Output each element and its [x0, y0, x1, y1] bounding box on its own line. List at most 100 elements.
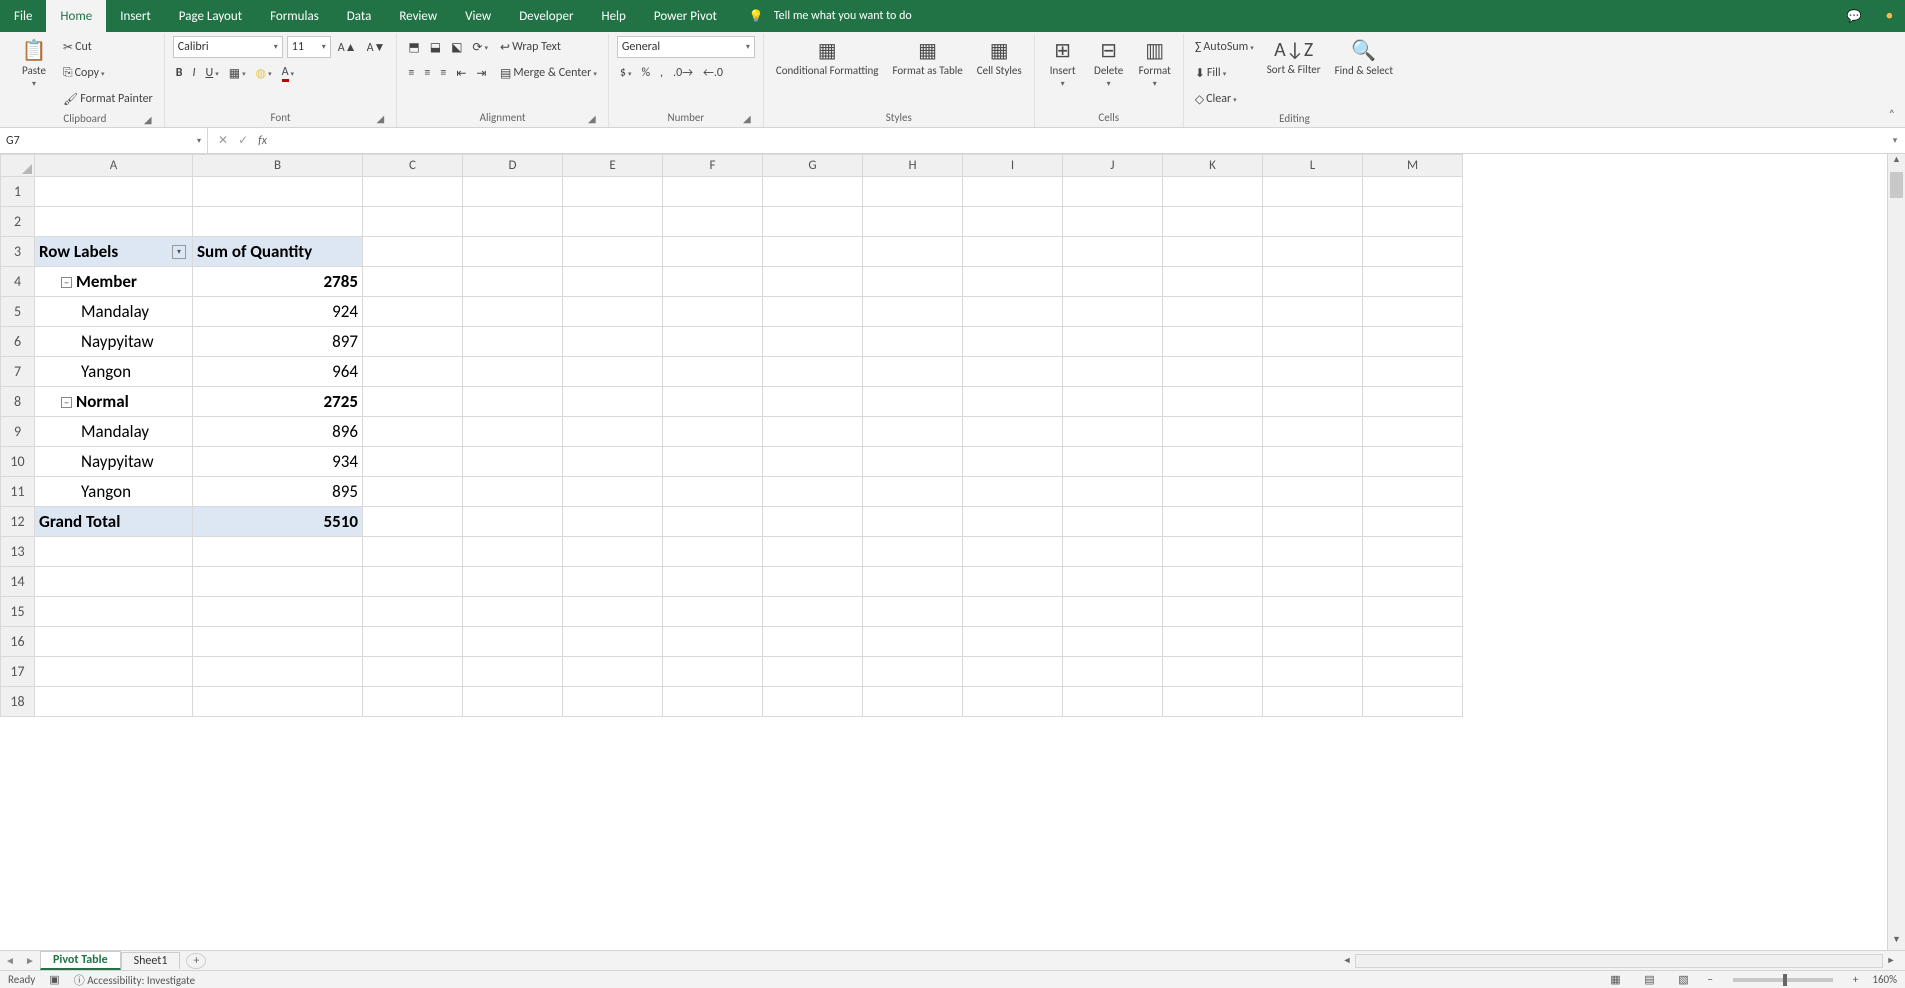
- sheet-tab-pivot[interactable]: Pivot Table: [40, 951, 121, 970]
- row-header[interactable]: 3: [1, 237, 35, 267]
- cell[interactable]: [1263, 507, 1363, 537]
- cell[interactable]: [663, 267, 763, 297]
- row-header[interactable]: 14: [1, 567, 35, 597]
- cell[interactable]: [1063, 657, 1163, 687]
- cell[interactable]: [463, 477, 563, 507]
- cell[interactable]: [563, 267, 663, 297]
- cell[interactable]: [563, 657, 663, 687]
- cell[interactable]: [463, 177, 563, 207]
- formula-input[interactable]: [277, 128, 1885, 153]
- row-header[interactable]: 17: [1, 657, 35, 687]
- cell[interactable]: [563, 327, 663, 357]
- cell[interactable]: [463, 567, 563, 597]
- cell[interactable]: [35, 537, 193, 567]
- cell[interactable]: 924: [193, 297, 363, 327]
- cell[interactable]: [1263, 387, 1363, 417]
- cell[interactable]: [563, 687, 663, 717]
- cell[interactable]: [963, 477, 1063, 507]
- cell[interactable]: [1363, 207, 1463, 237]
- cell[interactable]: 896: [193, 417, 363, 447]
- cell[interactable]: [463, 627, 563, 657]
- sheet-nav-next-icon[interactable]: ►: [20, 954, 40, 967]
- cell[interactable]: [1063, 417, 1163, 447]
- row-header[interactable]: 9: [1, 417, 35, 447]
- cell[interactable]: [663, 417, 763, 447]
- cell[interactable]: [563, 477, 663, 507]
- cell[interactable]: [1163, 687, 1263, 717]
- row-header[interactable]: 8: [1, 387, 35, 417]
- cell[interactable]: [1363, 627, 1463, 657]
- cell[interactable]: [663, 627, 763, 657]
- horizontal-scrollbar[interactable]: [1355, 954, 1883, 968]
- cell[interactable]: [563, 237, 663, 267]
- cell[interactable]: [363, 297, 463, 327]
- cell[interactable]: [363, 417, 463, 447]
- cell[interactable]: [1163, 627, 1263, 657]
- scroll-up-icon[interactable]: ▲: [1888, 154, 1905, 172]
- cell[interactable]: −Member: [35, 267, 193, 297]
- cell[interactable]: [763, 207, 863, 237]
- tab-review[interactable]: Review: [385, 0, 451, 32]
- cell[interactable]: [463, 507, 563, 537]
- cell[interactable]: [1163, 417, 1263, 447]
- cell[interactable]: [1163, 657, 1263, 687]
- fill-button[interactable]: ⬇Fill▾: [1192, 62, 1257, 84]
- cell[interactable]: [863, 507, 963, 537]
- collapse-icon[interactable]: −: [61, 277, 72, 288]
- cell[interactable]: [1263, 687, 1363, 717]
- col-header[interactable]: D: [463, 155, 563, 177]
- cell[interactable]: [863, 387, 963, 417]
- copy-button[interactable]: ⎘Copy▾: [60, 62, 156, 84]
- align-middle-icon[interactable]: ⬓: [427, 39, 444, 56]
- cell[interactable]: [1163, 477, 1263, 507]
- cell[interactable]: 895: [193, 477, 363, 507]
- tab-page-layout[interactable]: Page Layout: [165, 0, 256, 32]
- cell[interactable]: [963, 657, 1063, 687]
- select-all-corner[interactable]: [1, 155, 35, 177]
- scroll-right-icon[interactable]: ►: [1883, 955, 1899, 966]
- cell[interactable]: [963, 267, 1063, 297]
- row-header[interactable]: 13: [1, 537, 35, 567]
- spreadsheet-grid[interactable]: A B C D E F G H I J K L M 1 2: [0, 154, 1463, 717]
- cell[interactable]: [1063, 357, 1163, 387]
- cell[interactable]: [763, 267, 863, 297]
- col-header[interactable]: G: [763, 155, 863, 177]
- cell[interactable]: [193, 177, 363, 207]
- cell[interactable]: [363, 567, 463, 597]
- cell[interactable]: [863, 537, 963, 567]
- row-header[interactable]: 6: [1, 327, 35, 357]
- cell[interactable]: [1263, 537, 1363, 567]
- cell[interactable]: [463, 417, 563, 447]
- col-header[interactable]: J: [1063, 155, 1163, 177]
- align-right-icon[interactable]: ≡: [437, 65, 449, 81]
- cell[interactable]: [363, 177, 463, 207]
- cell[interactable]: [763, 657, 863, 687]
- dialog-launcher-icon[interactable]: ◢: [142, 113, 154, 125]
- paste-button[interactable]: 📋 Paste ▾: [14, 36, 54, 91]
- cell[interactable]: [1163, 537, 1263, 567]
- col-header[interactable]: F: [663, 155, 763, 177]
- cell[interactable]: [863, 417, 963, 447]
- cell[interactable]: 2785: [193, 267, 363, 297]
- find-select-button[interactable]: 🔍Find & Select: [1331, 36, 1397, 79]
- cell[interactable]: [763, 387, 863, 417]
- col-header[interactable]: K: [1163, 155, 1263, 177]
- vertical-scrollbar[interactable]: ▲ ▼: [1887, 154, 1905, 952]
- cell[interactable]: [1063, 327, 1163, 357]
- cell[interactable]: [1263, 297, 1363, 327]
- row-header[interactable]: 16: [1, 627, 35, 657]
- cell[interactable]: [563, 447, 663, 477]
- tab-data[interactable]: Data: [333, 0, 386, 32]
- cut-button[interactable]: ✂Cut: [60, 36, 156, 58]
- cell[interactable]: [763, 567, 863, 597]
- cell[interactable]: [35, 207, 193, 237]
- collapse-ribbon-icon[interactable]: ˄: [1889, 108, 1895, 122]
- comma-icon[interactable]: ,: [657, 65, 666, 81]
- align-bottom-icon[interactable]: ⬕: [448, 39, 465, 56]
- view-normal-icon[interactable]: ▦: [1605, 973, 1625, 986]
- cell[interactable]: [963, 567, 1063, 597]
- cell[interactable]: [763, 447, 863, 477]
- cell[interactable]: Yangon: [35, 477, 193, 507]
- align-top-icon[interactable]: ⬒: [405, 39, 422, 56]
- font-color-button[interactable]: A▾: [279, 64, 297, 83]
